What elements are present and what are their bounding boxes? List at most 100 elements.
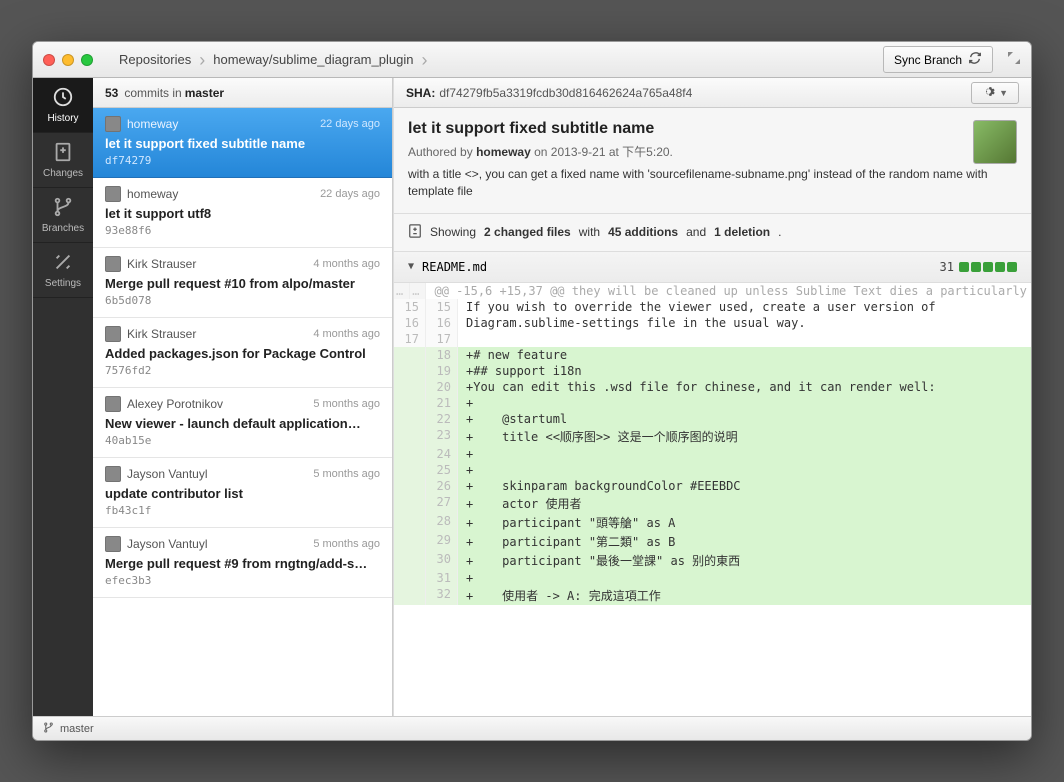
diff-line: … … @@ -15,6 +15,37 @@ they will be clea… (394, 283, 1031, 299)
new-line-no: 26 (426, 478, 458, 494)
detail-header: SHA: df74279fb5a3319fcdb30d816462624a765… (394, 78, 1031, 108)
commit-author: Kirk Strauser (127, 257, 307, 271)
diff-code: + (458, 462, 1031, 478)
breadcrumb: Repositories › homeway/sublime_diagram_p… (111, 49, 875, 70)
breadcrumb-root[interactable]: Repositories (111, 49, 199, 70)
commit-list: 53 commits in master homeway 22 days ago… (93, 78, 393, 716)
diff-code: + skinparam backgroundColor #EEEBDC (458, 478, 1031, 494)
sha-label: SHA: (406, 86, 435, 100)
author-avatar (973, 120, 1017, 164)
commit-item[interactable]: homeway 22 days ago let it support utf8 … (93, 178, 392, 248)
sidebar-item-branches[interactable]: Branches (33, 188, 93, 243)
commit-sha: 40ab15e (105, 434, 380, 447)
diff-line: 24 + (394, 446, 1031, 462)
avatar (105, 326, 121, 342)
diff-file-header[interactable]: ▼ README.md 31 (394, 252, 1031, 283)
old-line-no: 16 (394, 315, 426, 331)
old-line-no (394, 532, 426, 551)
diff-code: +# new feature (458, 347, 1031, 363)
old-line-no: 15 (394, 299, 426, 315)
new-line-no: 32 (426, 586, 458, 605)
diff-code: +You can edit this .wsd file for chinese… (458, 379, 1031, 395)
close-button[interactable] (43, 54, 55, 66)
fullscreen-button[interactable] (1007, 51, 1021, 68)
commit-detail: SHA: df74279fb5a3319fcdb30d816462624a765… (393, 78, 1031, 716)
diff-line: 31 + (394, 570, 1031, 586)
avatar (105, 536, 121, 552)
main: History Changes Branches Settings 53 com… (33, 78, 1031, 716)
additions-count: 31 (940, 260, 954, 274)
commit-item[interactable]: Jayson Vantuyl 5 months ago update contr… (93, 458, 392, 528)
commit-author: Jayson Vantuyl (127, 467, 307, 481)
commit-title: Merge pull request #9 from rngtng/add-s… (105, 556, 380, 571)
new-line-no: 29 (426, 532, 458, 551)
commit-time: 4 months ago (313, 328, 380, 340)
sidebar-label: History (47, 113, 78, 124)
commit-time: 5 months ago (313, 468, 380, 480)
commit-author: Alexey Porotnikov (127, 397, 307, 411)
sync-branch-button[interactable]: Sync Branch (883, 46, 993, 73)
avatar (105, 186, 121, 202)
app-window: Repositories › homeway/sublime_diagram_p… (32, 41, 1032, 741)
new-line-no: 18 (426, 347, 458, 363)
old-line-no (394, 427, 426, 446)
new-line-no: 15 (426, 299, 458, 315)
new-line-no: … (410, 283, 426, 299)
sidebar-label: Branches (42, 223, 84, 234)
old-line-no (394, 395, 426, 411)
commit-author: Kirk Strauser (127, 327, 307, 341)
commit-item[interactable]: Kirk Strauser 4 months ago Added package… (93, 318, 392, 388)
diff-line: 29 + participant "第二類" as B (394, 532, 1031, 551)
diff-line: 21 + (394, 395, 1031, 411)
diff-body[interactable]: … … @@ -15,6 +15,37 @@ they will be clea… (394, 283, 1031, 716)
diff-code (458, 331, 1031, 347)
new-line-no: 24 (426, 446, 458, 462)
current-branch[interactable]: master (60, 723, 94, 735)
commit-item[interactable]: Jayson Vantuyl 5 months ago Merge pull r… (93, 528, 392, 598)
diff-stat-blocks (959, 262, 1017, 272)
old-line-no (394, 462, 426, 478)
sidebar-label: Settings (45, 278, 81, 289)
breadcrumb-repo[interactable]: homeway/sublime_diagram_plugin (205, 49, 421, 70)
minimize-button[interactable] (62, 54, 74, 66)
sync-branch-label: Sync Branch (894, 53, 962, 67)
new-line-no: 17 (426, 331, 458, 347)
diff-code: + @startuml (458, 411, 1031, 427)
diff-code: @@ -15,6 +15,37 @@ they will be cleaned … (426, 283, 1031, 299)
sha-value: df74279fb5a3319fcdb30d816462624a765a48f4 (439, 86, 692, 100)
commit-options-button[interactable]: ▼ (971, 82, 1019, 104)
new-line-no: 23 (426, 427, 458, 446)
commit-sha: 6b5d078 (105, 294, 380, 307)
diff-line: 32 + 使用者 -> A: 完成這項工作 (394, 586, 1031, 605)
commit-item[interactable]: Alexey Porotnikov 5 months ago New viewe… (93, 388, 392, 458)
commit-item[interactable]: homeway 22 days ago let it support fixed… (93, 108, 392, 178)
commit-time: 4 months ago (313, 258, 380, 270)
zoom-button[interactable] (81, 54, 93, 66)
commit-list-header: 53 commits in master (93, 78, 392, 108)
chevron-down-icon: ▼ (999, 88, 1008, 98)
diff-line: 22 + @startuml (394, 411, 1031, 427)
titlebar: Repositories › homeway/sublime_diagram_p… (33, 42, 1031, 78)
branch-name: master (185, 86, 224, 100)
sidebar-item-history[interactable]: History (33, 78, 93, 133)
sync-icon (968, 51, 982, 68)
commit-title: let it support fixed subtitle name (105, 136, 380, 151)
diff-code: + actor 使用者 (458, 494, 1031, 513)
sidebar-item-settings[interactable]: Settings (33, 243, 93, 298)
diff-code: + 使用者 -> A: 完成這項工作 (458, 586, 1031, 605)
diff-code: Diagram.sublime-settings file in the usu… (458, 315, 1031, 331)
old-line-no (394, 551, 426, 570)
commit-title: let it support utf8 (105, 206, 380, 221)
sidebar-item-changes[interactable]: Changes (33, 133, 93, 188)
diff-line: 20 +You can edit this .wsd file for chin… (394, 379, 1031, 395)
diff-line: 25 + (394, 462, 1031, 478)
diff-code: + participant "頭等艙" as A (458, 513, 1031, 532)
new-line-no: 16 (426, 315, 458, 331)
old-line-no (394, 478, 426, 494)
diff-line: 16 16 Diagram.sublime-settings file in t… (394, 315, 1031, 331)
diff-code: +## support i18n (458, 363, 1031, 379)
commit-sha: 93e88f6 (105, 224, 380, 237)
new-line-no: 22 (426, 411, 458, 427)
commit-item[interactable]: Kirk Strauser 4 months ago Merge pull re… (93, 248, 392, 318)
statusbar: master (33, 716, 1031, 740)
